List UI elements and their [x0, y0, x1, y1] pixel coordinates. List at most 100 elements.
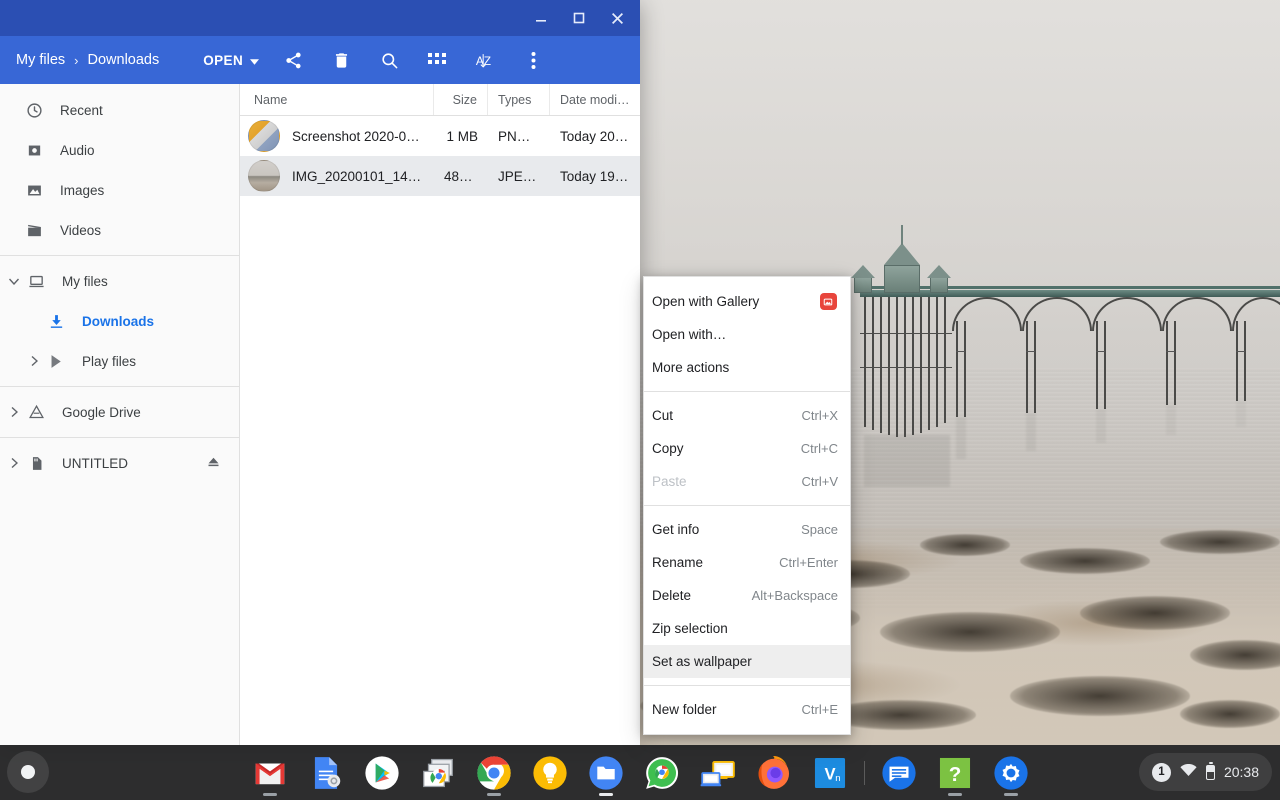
menu-item-label: Open with…	[652, 327, 838, 342]
menu-item-label: Cut	[652, 408, 786, 423]
menu-item-rename[interactable]: Rename Ctrl+Enter	[644, 546, 850, 579]
toolbar-actions: OPEN	[193, 40, 557, 80]
gmail-icon	[251, 754, 289, 792]
sidebar-item-google-drive[interactable]: Google Drive	[0, 392, 239, 432]
shelf-app-files[interactable]	[584, 751, 628, 795]
menu-item-shortcut: Ctrl+E	[802, 702, 838, 717]
shelf-app-messages[interactable]	[877, 751, 921, 795]
share-icon[interactable]	[269, 40, 317, 80]
column-header-name[interactable]: Name	[240, 84, 434, 115]
context-menu: Open with Gallery Open with… M	[643, 276, 851, 735]
menu-item-label: New folder	[652, 702, 786, 717]
shelf-app-remote-desktop[interactable]	[696, 751, 740, 795]
minimize-button[interactable]	[522, 0, 560, 36]
shelf-app-vnc-viewer[interactable]: V n	[808, 751, 852, 795]
shelf-app-help[interactable]: ?	[933, 751, 977, 795]
status-tray[interactable]: 1 20:38	[1139, 753, 1272, 791]
breadcrumb-item-my-files[interactable]: My files	[16, 52, 65, 68]
shelf-app-play-store[interactable]	[360, 751, 404, 795]
sidebar-item-images[interactable]: Images	[0, 170, 239, 210]
sidebar-item-label: UNTITLED	[62, 456, 128, 471]
menu-item-copy[interactable]: Copy Ctrl+C	[644, 432, 850, 465]
column-header-date-modified[interactable]: Date modi…	[550, 84, 640, 115]
menu-item-label: Delete	[652, 588, 736, 603]
chevron-right-icon[interactable]	[4, 407, 24, 417]
chevron-right-icon[interactable]	[4, 458, 24, 468]
chevron-down-icon[interactable]	[4, 278, 24, 285]
menu-item-cut[interactable]: Cut Ctrl+X	[644, 399, 850, 432]
menu-item-delete[interactable]: Delete Alt+Backspace	[644, 579, 850, 612]
svg-text:V: V	[824, 764, 835, 783]
battery-icon[interactable]	[1206, 765, 1215, 780]
file-list: Name Size Types Date modi… Screenshot 20…	[240, 84, 640, 745]
wifi-icon[interactable]	[1180, 764, 1197, 780]
sidebar-item-my-files[interactable]: My files	[0, 261, 239, 301]
app-running-indicator	[599, 793, 613, 796]
shelf-app-settings[interactable]	[989, 751, 1033, 795]
settings-icon	[992, 754, 1030, 792]
shelf-app-whatsapp[interactable]	[640, 751, 684, 795]
column-header-size[interactable]: Size	[434, 84, 488, 115]
sidebar-item-untitled[interactable]: UNTITLED	[0, 443, 239, 483]
shelf-app-firefox[interactable]	[752, 751, 796, 795]
play-store-icon	[363, 754, 401, 792]
sidebar-item-recent[interactable]: Recent	[0, 90, 239, 130]
window-titlebar	[0, 0, 640, 36]
menu-item-new-folder[interactable]: New folder Ctrl+E	[644, 693, 850, 726]
menu-item-label: Rename	[652, 555, 763, 570]
column-header-types[interactable]: Types	[488, 84, 550, 115]
search-icon[interactable]	[365, 40, 413, 80]
sidebar-item-label: Recent	[60, 103, 103, 118]
file-type: PNG i…	[488, 129, 550, 144]
messages-icon	[880, 754, 918, 792]
table-row[interactable]: Screenshot 2020-01-2… 1 MB PNG i… Today …	[240, 116, 640, 156]
shelf-app-chrome[interactable]	[472, 751, 516, 795]
files-toolbar: My files › Downloads OPEN	[0, 36, 640, 84]
sidebar-item-label: Audio	[60, 143, 95, 158]
close-button[interactable]	[598, 0, 636, 36]
gallery-app-icon	[818, 292, 838, 312]
menu-divider	[644, 505, 850, 506]
app-running-indicator	[487, 793, 501, 796]
file-thumbnail	[248, 120, 280, 152]
menu-item-more-actions[interactable]: More actions	[644, 351, 850, 384]
shelf-app-chrome-windows[interactable]	[416, 751, 460, 795]
shelf-app-google-keep[interactable]	[528, 751, 572, 795]
sort-az-icon[interactable]: AZ	[461, 40, 509, 80]
file-size: 482 …	[434, 169, 488, 184]
shelf-divider	[864, 761, 865, 785]
sidebar-item-label: My files	[62, 274, 108, 289]
menu-item-label: Zip selection	[652, 621, 838, 636]
menu-item-set-as-wallpaper[interactable]: Set as wallpaper	[644, 645, 850, 678]
delete-icon[interactable]	[317, 40, 365, 80]
file-name: IMG_20200101_1424…	[292, 169, 434, 184]
google-docs-icon	[307, 754, 345, 792]
more-vert-icon[interactable]	[509, 40, 557, 80]
shelf-app-google-docs[interactable]	[304, 751, 348, 795]
sidebar-item-audio[interactable]: Audio	[0, 130, 239, 170]
menu-item-label: Paste	[652, 474, 786, 489]
sidebar-item-play-files[interactable]: Play files	[0, 341, 239, 381]
eject-icon[interactable]	[206, 454, 221, 472]
whatsapp-icon	[643, 754, 681, 792]
sidebar-item-videos[interactable]: Videos	[0, 210, 239, 250]
menu-item-open-with[interactable]: Open with…	[644, 318, 850, 351]
sidebar-item-downloads[interactable]: Downloads	[0, 301, 239, 341]
menu-item-open-with-gallery[interactable]: Open with Gallery	[644, 285, 850, 318]
menu-item-get-info[interactable]: Get info Space	[644, 513, 850, 546]
menu-item-zip-selection[interactable]: Zip selection	[644, 612, 850, 645]
table-row[interactable]: IMG_20200101_1424… 482 … JPEG i… Today 1…	[240, 156, 640, 196]
notification-count-badge[interactable]: 1	[1152, 763, 1171, 782]
sidebar-divider	[0, 437, 239, 438]
maximize-button[interactable]	[560, 0, 598, 36]
clock-time[interactable]: 20:38	[1224, 764, 1259, 780]
videos-icon	[24, 220, 44, 240]
breadcrumb-item-downloads[interactable]: Downloads	[88, 52, 160, 68]
grid-view-icon[interactable]	[413, 40, 461, 80]
sidebar-item-label: Google Drive	[62, 405, 141, 420]
open-button[interactable]: OPEN	[193, 46, 269, 75]
shelf-app-gmail[interactable]	[248, 751, 292, 795]
menu-item-shortcut: Alt+Backspace	[752, 588, 838, 603]
chevron-right-icon[interactable]	[24, 356, 44, 366]
menu-item-label: Copy	[652, 441, 785, 456]
